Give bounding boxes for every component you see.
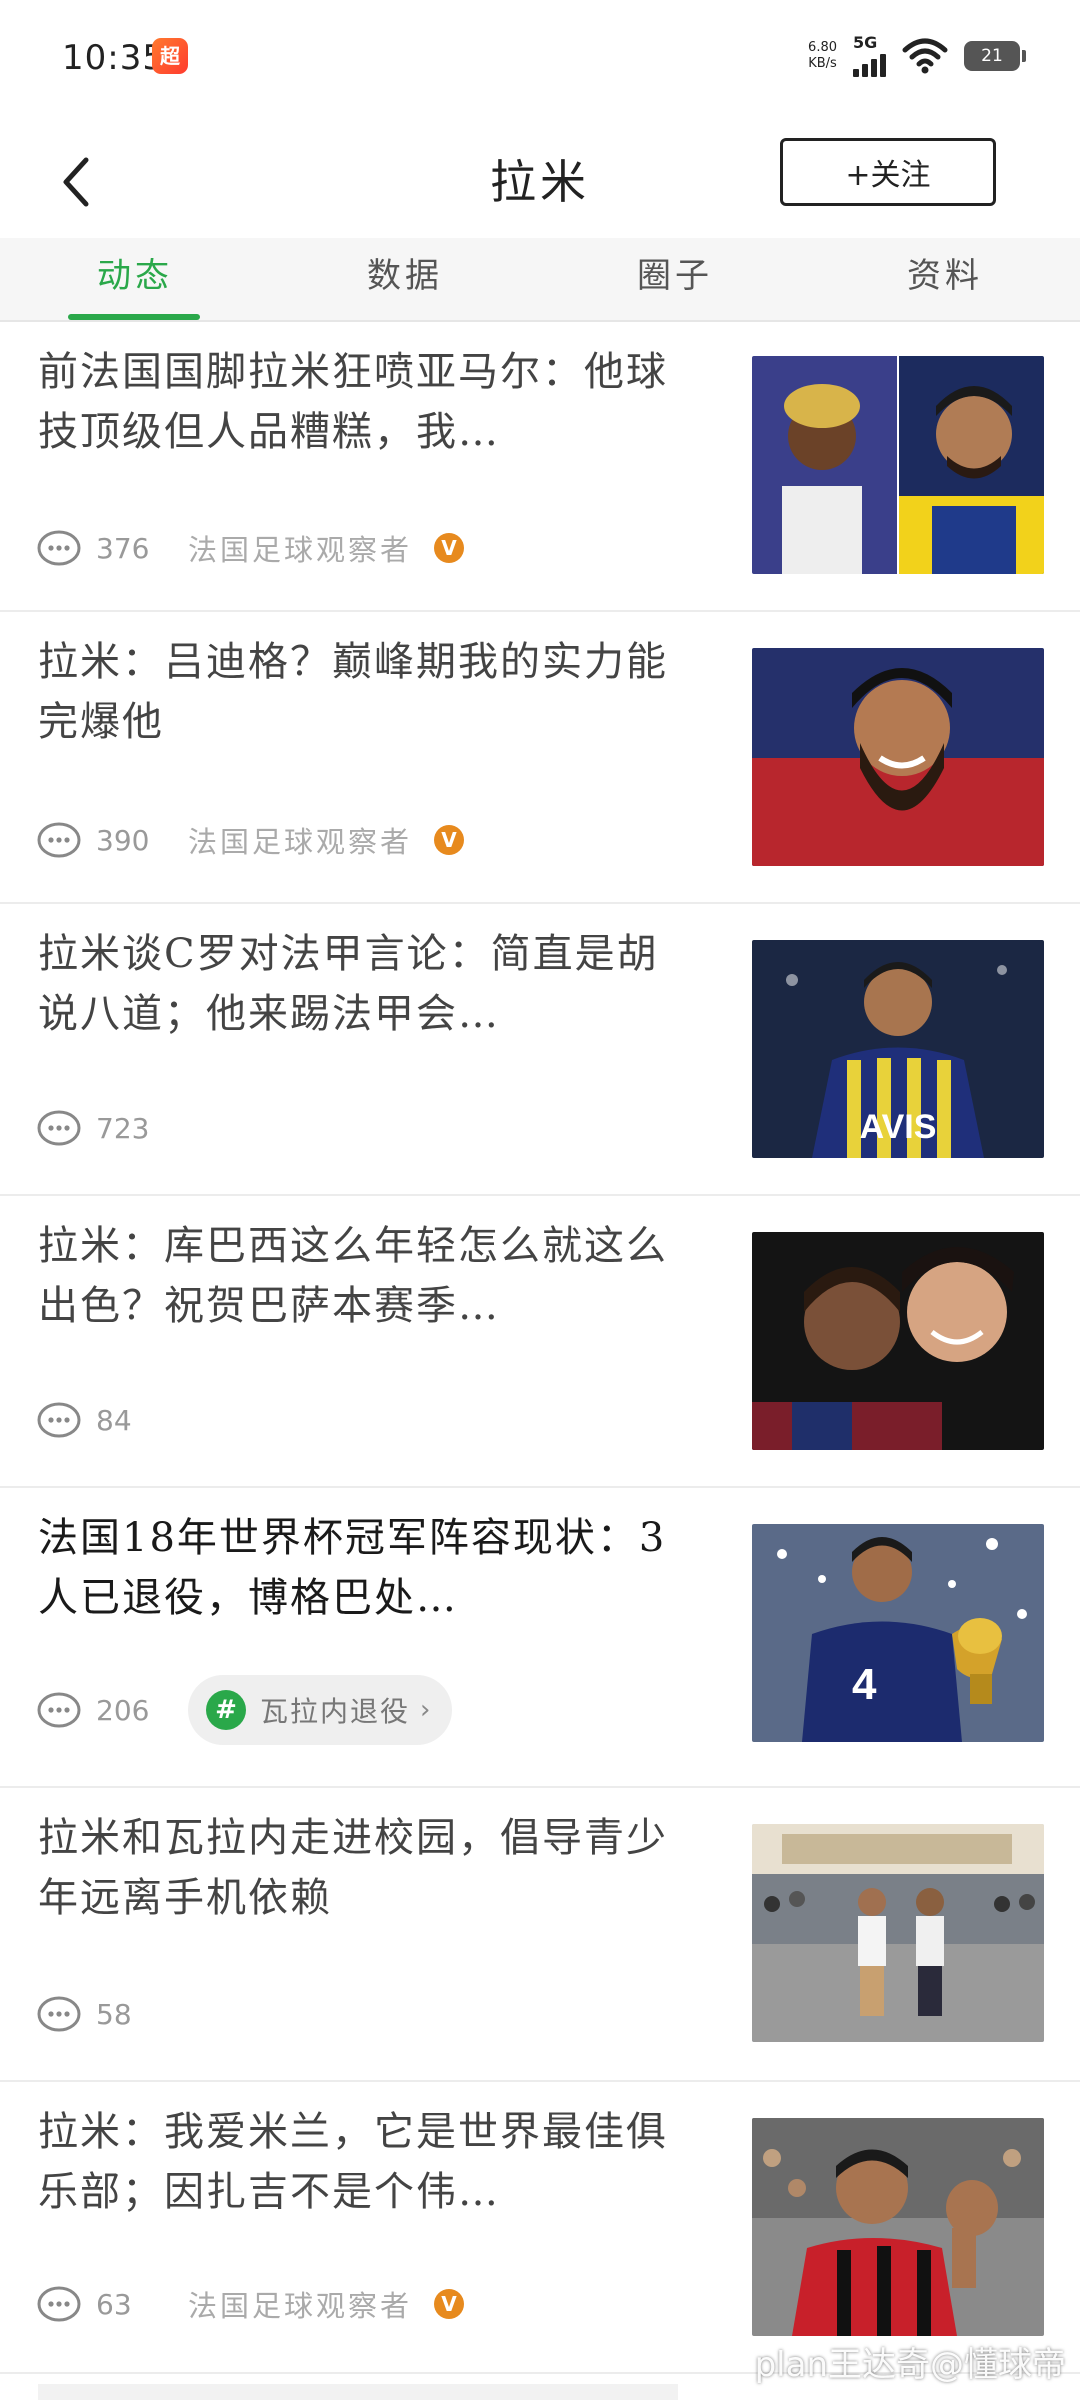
news-title: 拉米：吕迪格？巅峰期我的实力能完爆他 [38, 639, 668, 745]
news-title: 拉米：我爱米兰，它是世界最佳俱乐部；因扎吉不是个伟… [38, 2109, 668, 2215]
news-meta: 376 法国足球观察者 V [36, 524, 465, 572]
battery-level: 21 [981, 46, 1003, 66]
news-thumbnail [752, 2118, 1044, 2336]
news-meta: 723 [36, 1104, 156, 1152]
comment-icon [37, 1402, 81, 1438]
comment-icon [37, 1996, 81, 2032]
chevron-right-icon: › [420, 1695, 431, 1725]
news-item[interactable]: 拉米：我爱米兰，它是世界最佳俱乐部；因扎吉不是个伟… 63 法国足球观察者 V [0, 2082, 1080, 2374]
comment-icon [37, 822, 81, 858]
news-meta: 390 法国足球观察者 V [36, 816, 465, 864]
tab-activity[interactable]: 动态 [0, 238, 270, 320]
news-thumbnail [752, 1232, 1044, 1450]
news-meta: 84 [36, 1396, 156, 1444]
next-item-peek [38, 2384, 678, 2400]
verified-badge: V [434, 533, 465, 563]
news-thumbnail [752, 648, 1044, 866]
comment-count: 84 [96, 1403, 132, 1437]
network-type: 5G [853, 33, 878, 52]
news-item[interactable]: 拉米：吕迪格？巅峰期我的实力能完爆他 390 法国足球观察者 V [0, 612, 1080, 904]
source-name: 法国足球观察者 [188, 533, 413, 567]
verified-badge: V [434, 2289, 465, 2319]
news-meta: 206 # 瓦拉内退役 › [36, 1675, 453, 1745]
news-thumbnail: 4 [752, 1524, 1044, 1742]
status-time: 10:35 [62, 38, 165, 78]
verified-badge: V [434, 825, 465, 855]
news-title: 拉米：库巴西这么年轻怎么就这么出色？祝贺巴萨本赛季… [38, 1223, 668, 1329]
news-title: 拉米和瓦拉内走进校园，倡导青少年远离手机依赖 [38, 1815, 668, 1921]
news-item[interactable]: 拉米和瓦拉内走进校园，倡导青少年远离手机依赖 58 [0, 1788, 1080, 2082]
comment-icon [37, 1692, 81, 1728]
comment-icon [37, 1110, 81, 1146]
news-title: 拉米谈C罗对法甲言论：简直是胡说八道；他来踢法甲会… [38, 931, 659, 1037]
news-item[interactable]: 法国18年世界杯冠军阵容现状：3人已退役，博格巴处… 206 # 瓦拉内退役 ›… [0, 1488, 1080, 1788]
news-thumbnail [752, 1824, 1044, 2042]
follow-button[interactable]: +关注 [780, 138, 996, 206]
status-indicators: 6.80 KB/s 5G 21 [808, 34, 1026, 78]
hashtag-icon: # [206, 1690, 246, 1730]
news-item[interactable]: 前法国国脚拉米狂喷亚马尔：他球技顶级但人品糟糕，我… 376 法国足球观察者 V [0, 322, 1080, 612]
app-header: 拉米 +关注 [0, 118, 1080, 238]
news-thumbnail [752, 356, 1044, 574]
battery-icon: 21 [964, 41, 1026, 71]
watermark: plan王达奇@懂球帝 [754, 2345, 1066, 2385]
app-notification-icon: 超 [152, 38, 188, 74]
tab-data[interactable]: 数据 [270, 238, 540, 320]
jersey-text: AVIS [860, 1108, 937, 1146]
source-name: 法国足球观察者 [188, 825, 413, 859]
news-title: 前法国国脚拉米狂喷亚马尔：他球技顶级但人品糟糕，我… [38, 349, 668, 455]
signal-icon: 5G [853, 35, 886, 77]
news-item[interactable]: 拉米谈C罗对法甲言论：简直是胡说八道；他来踢法甲会… 723 AVIS [0, 904, 1080, 1196]
news-thumbnail: AVIS [752, 940, 1044, 1158]
comment-count: 390 [96, 823, 150, 857]
comment-count: 58 [96, 1997, 132, 2031]
topic-tag-button[interactable]: # 瓦拉内退役 › [188, 1675, 453, 1745]
network-speed-value: 6.80 [808, 40, 837, 55]
source-name: 法国足球观察者 [188, 2289, 413, 2323]
comment-count: 376 [96, 531, 150, 565]
comment-count: 206 [96, 1693, 150, 1727]
wifi-icon [902, 38, 948, 74]
active-tab-indicator [68, 314, 200, 320]
news-title: 法国18年世界杯冠军阵容现状：3人已退役，博格巴处… [38, 1515, 667, 1621]
tab-bar: 动态 数据 圈子 资料 [0, 238, 1080, 322]
news-meta: 58 [36, 1990, 156, 2038]
comment-icon [37, 530, 81, 566]
topic-label: 瓦拉内退役 [260, 1695, 411, 1728]
comment-icon [37, 2286, 81, 2322]
network-speed: 6.80 KB/s [808, 40, 837, 72]
comment-count: 723 [96, 1111, 150, 1145]
news-item[interactable]: 拉米：库巴西这么年轻怎么就这么出色？祝贺巴萨本赛季… 84 [0, 1196, 1080, 1488]
network-speed-unit: KB/s [808, 56, 837, 71]
news-meta: 63 法国足球观察者 V [36, 2280, 465, 2328]
news-feed[interactable]: 前法国国脚拉米狂喷亚马尔：他球技顶级但人品糟糕，我… 376 法国足球观察者 V [0, 322, 1080, 2374]
svg-text:4: 4 [852, 1660, 877, 1709]
comment-count: 63 [96, 2287, 132, 2321]
tab-circle[interactable]: 圈子 [540, 238, 810, 320]
status-bar: 10:35 超 6.80 KB/s 5G 21 [0, 0, 1080, 118]
tab-profile[interactable]: 资料 [810, 238, 1080, 320]
